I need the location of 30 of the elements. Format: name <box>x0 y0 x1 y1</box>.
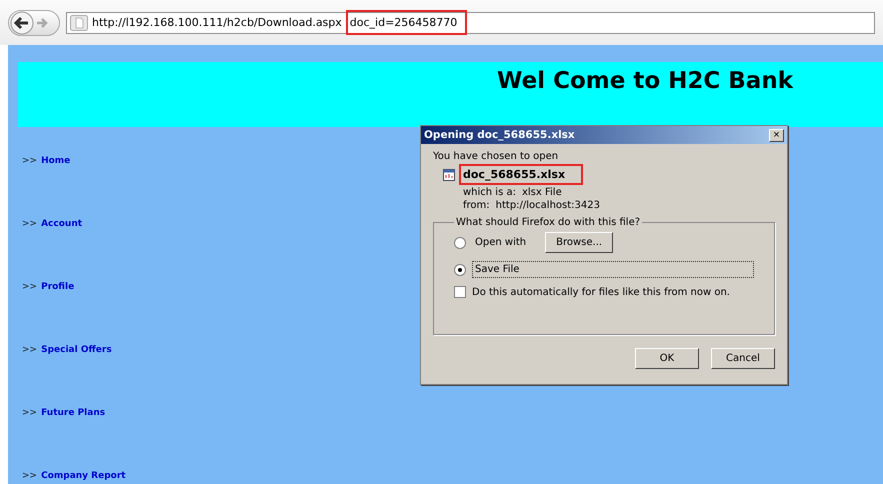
spreadsheet-icon <box>443 168 455 180</box>
checkbox[interactable] <box>454 286 466 298</box>
back-icon[interactable] <box>9 10 35 34</box>
from-value: http://localhost:3423 <box>496 200 600 211</box>
from-label: from: <box>463 200 490 211</box>
nav-link[interactable]: >> Company Report <box>22 468 126 484</box>
type-label: which is a: <box>463 187 516 198</box>
option-label[interactable]: Save File <box>472 261 754 278</box>
address-field[interactable]: http://l192.168.100.111/h2cb/Download.aspx doc_id=256458770 <box>66 12 875 34</box>
radio-button[interactable] <box>454 264 466 276</box>
file-name: doc_568655.xlsx <box>459 164 584 185</box>
close-button[interactable]: × <box>769 128 784 142</box>
type-value: xlsx File <box>522 187 562 198</box>
nav-link[interactable]: >> Future Plans <box>22 405 106 421</box>
page-icon <box>70 14 88 30</box>
radio-button[interactable] <box>454 236 466 248</box>
checkbox-label[interactable]: Do this automatically for files like this from now on. <box>472 286 730 298</box>
option-label[interactable]: Open with <box>472 234 530 251</box>
page-title: Wel Come to H2C Bank <box>497 68 793 96</box>
intro-text: You have chosen to open <box>433 151 560 162</box>
nav-link[interactable]: >> Home <box>22 153 70 169</box>
forward-icon[interactable] <box>35 16 49 30</box>
dialog-title: Opening doc_568655.xlsx × <box>421 126 787 144</box>
dialog-button[interactable]: Cancel <box>711 348 775 369</box>
nav-link[interactable]: >> Profile <box>22 279 74 295</box>
nav-link[interactable]: >> Special Offers <box>22 342 112 358</box>
nav-link[interactable]: >> Account <box>22 216 82 232</box>
dialog-button[interactable]: OK <box>635 348 699 369</box>
browse-button[interactable]: Browse... <box>545 232 614 253</box>
group-title: What should Firefox do with this file? <box>455 217 642 228</box>
